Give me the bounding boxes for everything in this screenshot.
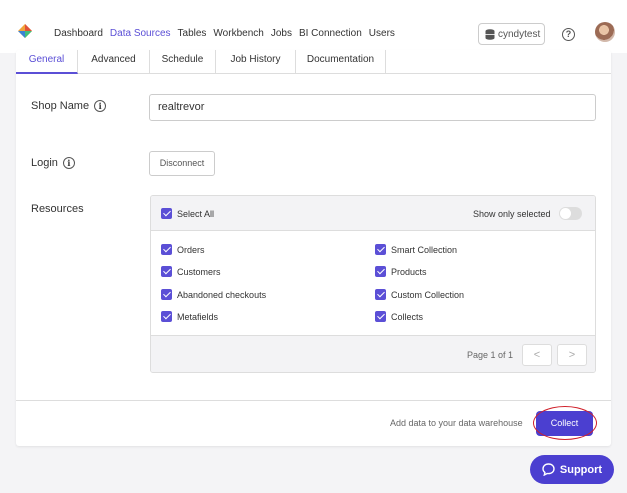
add-data-hint: Add data to your data warehouse — [390, 418, 523, 428]
resource-checkbox-metafields[interactable] — [161, 311, 172, 322]
resources-label: Resources — [31, 203, 84, 215]
tab-advanced[interactable]: Advanced — [78, 50, 150, 74]
tab-job-history[interactable]: Job History — [216, 50, 296, 74]
resource-checkbox-abandoned-checkouts[interactable] — [161, 289, 172, 300]
tab-general[interactable]: General — [16, 50, 78, 74]
resource-checkbox-custom-collection[interactable] — [375, 289, 386, 300]
chat-bubble-icon — [542, 463, 555, 476]
login-label-text: Login — [31, 157, 58, 169]
support-label: Support — [559, 463, 603, 476]
main-nav: Dashboard Data Sources Tables Workbench … — [54, 28, 402, 52]
data-source-card: General Advanced Schedule Job History Do… — [16, 50, 611, 446]
resources-panel: Select All Show only selected Orders Cus… — [150, 195, 596, 373]
resource-label: Custom Collection — [391, 290, 465, 300]
resource-label: Collects — [391, 312, 424, 322]
shop-name-label: Shop Name i — [31, 100, 107, 112]
resource-label: Smart Collection — [391, 245, 458, 255]
info-icon[interactable]: i — [94, 100, 107, 112]
nav-tables[interactable]: Tables — [178, 28, 207, 39]
nav-dashboard[interactable]: Dashboard — [54, 28, 103, 39]
resource-checkbox-smart-collection[interactable] — [375, 244, 386, 255]
tab-schedule[interactable]: Schedule — [150, 50, 216, 74]
warehouse-selector-button[interactable]: cyndytest — [478, 23, 545, 45]
resource-checkbox-collects[interactable] — [375, 311, 386, 322]
resource-label: Products — [391, 267, 427, 277]
nav-users[interactable]: Users — [369, 28, 395, 39]
top-navbar: Dashboard Data Sources Tables Workbench … — [0, 0, 627, 53]
login-label: Login i — [31, 157, 75, 169]
select-all-label: Select All — [177, 209, 215, 219]
shop-name-label-text: Shop Name — [31, 100, 90, 112]
show-only-selected-toggle[interactable] — [559, 207, 582, 220]
resources-header: Select All Show only selected — [151, 196, 595, 231]
info-icon[interactable]: i — [62, 157, 75, 169]
avatar[interactable] — [595, 22, 615, 42]
nav-bi-connection[interactable]: BI Connection — [299, 28, 362, 39]
shop-name-input[interactable]: realtrevor — [149, 94, 596, 121]
tab-bar: General Advanced Schedule Job History Do… — [16, 50, 611, 74]
action-bar: Add data to your data warehouse Collect — [16, 400, 611, 446]
resource-checkbox-products[interactable] — [375, 266, 386, 277]
database-icon — [485, 28, 495, 40]
pagination-bar: Page 1 of 1 < > — [151, 335, 595, 372]
tab-documentation[interactable]: Documentation — [296, 50, 386, 74]
resource-checkbox-customers[interactable] — [161, 266, 172, 277]
select-all-checkbox[interactable] — [161, 208, 172, 219]
help-icon[interactable]: ? — [562, 28, 575, 41]
resource-label: Orders — [177, 245, 205, 255]
show-only-selected-label: Show only selected — [473, 209, 551, 219]
app-logo-icon[interactable] — [18, 24, 32, 38]
resource-label: Abandoned checkouts — [177, 290, 267, 300]
nav-data-sources[interactable]: Data Sources — [109, 28, 171, 52]
resource-label: Customers — [177, 267, 221, 277]
disconnect-button[interactable]: Disconnect — [149, 151, 215, 176]
prev-page-button[interactable]: < — [522, 344, 552, 366]
user-name: cyndytest — [498, 28, 541, 40]
resource-label: Metafields — [177, 312, 219, 322]
highlight-ring — [533, 406, 597, 440]
nav-workbench[interactable]: Workbench — [213, 28, 263, 39]
nav-jobs[interactable]: Jobs — [271, 28, 292, 39]
next-page-button[interactable]: > — [557, 344, 587, 366]
page-indicator: Page 1 of 1 — [467, 350, 514, 360]
resource-checkbox-orders[interactable] — [161, 244, 172, 255]
support-button[interactable]: Support — [530, 455, 614, 484]
